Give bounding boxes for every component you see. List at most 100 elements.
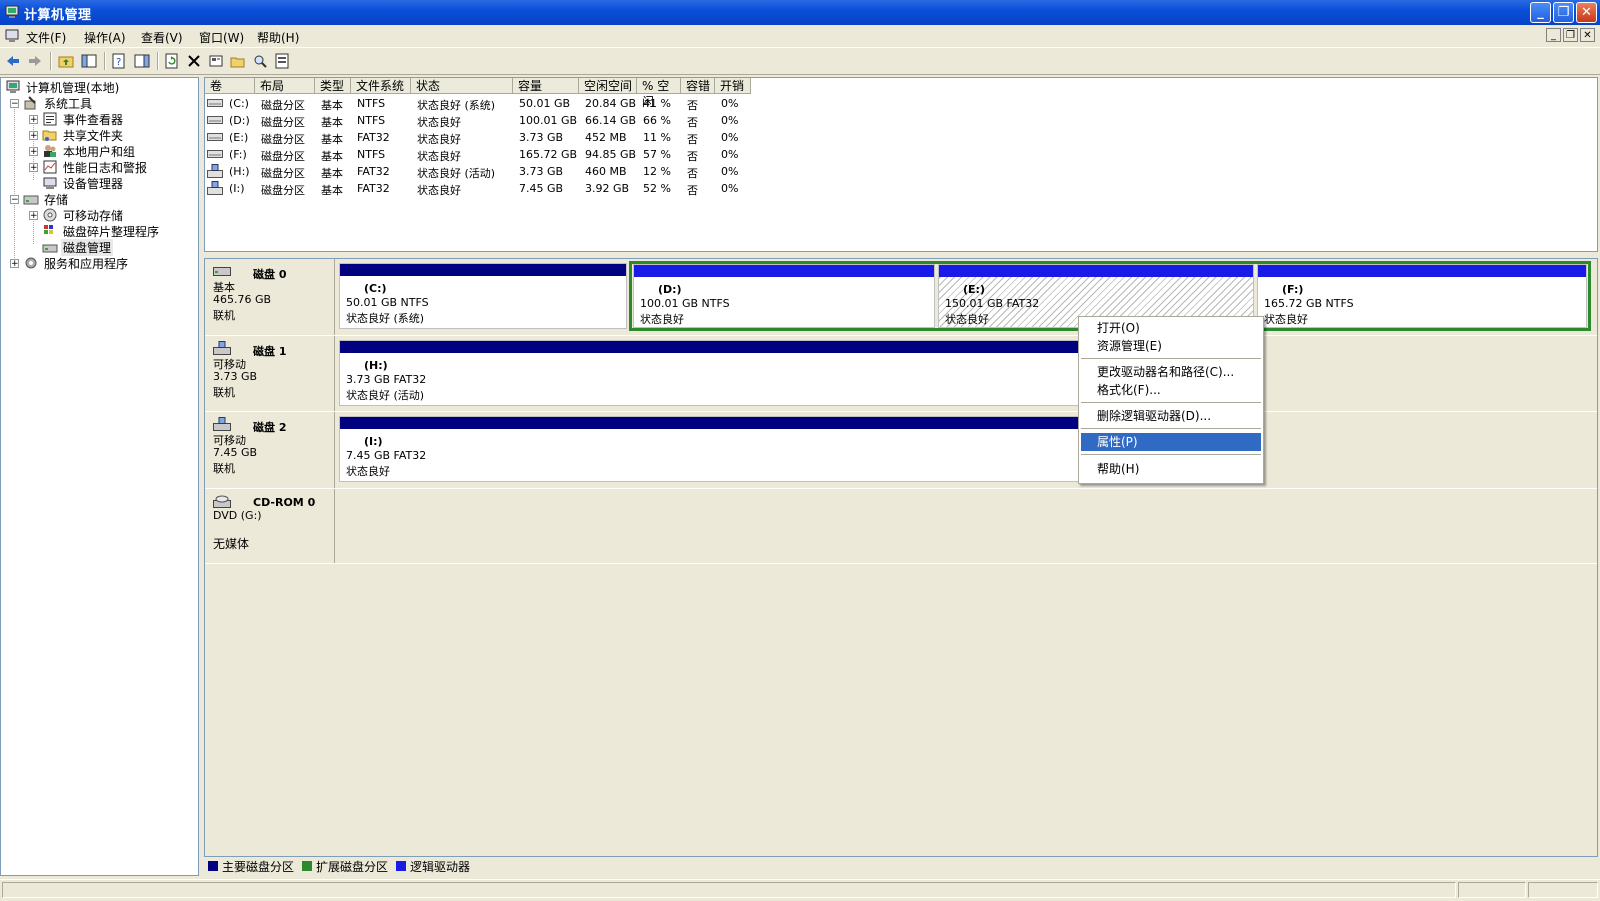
show-action-pane-button[interactable]	[132, 51, 152, 71]
col-volume[interactable]: 卷	[205, 78, 255, 94]
cdrom-label[interactable]: CD-ROM 0 DVD (G:) 无媒体	[205, 489, 335, 563]
col-percent-free[interactable]: % 空闲	[637, 78, 681, 109]
refresh-icon	[165, 53, 178, 69]
storage-icon	[23, 195, 39, 205]
tree-root[interactable]: 计算机管理(本地)	[5, 79, 121, 95]
disk-2-label[interactable]: 磁盘 2 可移动 7.45 GB 联机	[205, 412, 335, 488]
removable-storage-icon	[43, 208, 57, 222]
open-button[interactable]	[228, 51, 248, 71]
device-manager-icon	[43, 177, 57, 189]
col-overhead[interactable]: 开销	[715, 78, 751, 94]
minimize-icon: _	[1537, 5, 1544, 20]
tree-perf-logs[interactable]: 性能日志和警报	[42, 159, 149, 175]
partition-d[interactable]: (D:) 100.01 GB NTFS 状态良好	[633, 264, 935, 328]
magnifier-icon	[254, 55, 267, 68]
disk-1-label[interactable]: 磁盘 1 可移动 3.73 GB 联机	[205, 336, 335, 411]
col-fault-tolerance[interactable]: 容错	[681, 78, 715, 94]
computer-icon	[6, 80, 20, 93]
shared-folders-expand-toggle[interactable]: +	[29, 131, 38, 141]
partition-i[interactable]: (I:) 7.45 GB FAT32 状态良好	[339, 416, 1205, 482]
mdi-minimize-button[interactable]: _	[1546, 28, 1561, 42]
storage-collapse-toggle[interactable]: −	[10, 195, 19, 205]
disk-drive-icon	[207, 150, 223, 158]
tree-device-manager[interactable]: 设备管理器	[42, 175, 125, 191]
close-button[interactable]: ✕	[1576, 2, 1597, 23]
disk-properties-button[interactable]	[272, 51, 292, 71]
disk-drive-icon	[207, 116, 223, 124]
perf-logs-expand-toggle[interactable]: +	[29, 163, 38, 173]
tree-services[interactable]: 服务和应用程序	[23, 255, 130, 271]
disk-0-label[interactable]: 磁盘 0 基本 465.76 GB 联机	[205, 259, 335, 335]
event-viewer-icon	[43, 112, 57, 126]
back-arrow-icon	[7, 56, 19, 66]
tree-disk-management[interactable]: 磁盘管理	[42, 238, 114, 256]
system-tools-collapse-toggle[interactable]: −	[10, 99, 19, 109]
col-layout[interactable]: 布局	[255, 78, 315, 94]
tree-removable-storage[interactable]: 可移动存储	[42, 207, 125, 223]
menu-action[interactable]: 操作(A)	[84, 29, 126, 46]
cdrom-row: CD-ROM 0 DVD (G:) 无媒体	[205, 489, 1597, 564]
table-row[interactable]: (E:) 磁盘分区 基本 FAT32 状态良好 3.73 GB 452 MB 1…	[205, 129, 1597, 146]
disk-management-icon	[42, 244, 58, 253]
menu-item-help[interactable]: 帮助(H)	[1081, 460, 1261, 478]
menu-window[interactable]: 窗口(W)	[199, 29, 244, 46]
col-filesystem[interactable]: 文件系统	[351, 78, 411, 94]
minimize-button[interactable]: _	[1530, 2, 1551, 23]
menu-item-explore[interactable]: 资源管理(E)	[1081, 337, 1261, 355]
toolbar: ?	[0, 48, 1600, 75]
menu-item-format[interactable]: 格式化(F)...	[1081, 381, 1261, 399]
volume-list: 卷 布局 类型 文件系统 状态 容量 空闲空间 % 空闲 容错 开销 (C:) …	[204, 77, 1598, 252]
delete-button[interactable]	[184, 51, 204, 71]
tree-local-users[interactable]: 本地用户和组	[42, 143, 137, 159]
tree-storage[interactable]: 存储	[23, 191, 70, 207]
mdi-close-button[interactable]: ✕	[1580, 28, 1595, 42]
disk-graphical-view: 磁盘 0 基本 465.76 GB 联机 (C:) 50.01 GB NTFS …	[204, 258, 1598, 857]
disk-0-row: 磁盘 0 基本 465.76 GB 联机 (C:) 50.01 GB NTFS …	[205, 259, 1597, 336]
partition-c[interactable]: (C:) 50.01 GB NTFS 状态良好 (系统)	[339, 263, 627, 329]
computer-management-icon	[5, 5, 19, 18]
back-button[interactable]	[3, 51, 23, 71]
search-button[interactable]	[250, 51, 270, 71]
up-level-button[interactable]	[56, 51, 76, 71]
performance-icon	[43, 160, 57, 174]
table-row[interactable]: (F:) 磁盘分区 基本 NTFS 状态良好 165.72 GB 94.85 G…	[205, 146, 1597, 163]
col-capacity[interactable]: 容量	[513, 78, 579, 94]
table-row[interactable]: (D:) 磁盘分区 基本 NTFS 状态良好 100.01 GB 66.14 G…	[205, 112, 1597, 129]
removable-disk-icon	[213, 417, 231, 431]
tree-shared-folders[interactable]: 共享文件夹	[42, 127, 125, 143]
app-menu-icon[interactable]	[4, 28, 20, 44]
table-row[interactable]: (I:) 磁盘分区 基本 FAT32 状态良好 7.45 GB 3.92 GB …	[205, 180, 1597, 197]
local-users-expand-toggle[interactable]: +	[29, 147, 38, 157]
menu-view[interactable]: 查看(V)	[141, 29, 183, 46]
event-viewer-expand-toggle[interactable]: +	[29, 115, 38, 125]
help-topics-button[interactable]: ?	[109, 51, 129, 71]
menu-item-properties[interactable]: 属性(P)	[1081, 433, 1261, 451]
removable-expand-toggle[interactable]: +	[29, 211, 38, 221]
col-free-space[interactable]: 空闲空间	[579, 78, 637, 94]
menu-item-open[interactable]: 打开(O)	[1081, 319, 1261, 337]
disk-1-row: 磁盘 1 可移动 3.73 GB 联机 (H:) 3.73 GB FAT32 状…	[205, 336, 1597, 412]
menu-item-change-drive-letter[interactable]: 更改驱动器名和路径(C)...	[1081, 363, 1261, 381]
table-row[interactable]: (H:) 磁盘分区 基本 FAT32 状态良好 (活动) 3.73 GB 460…	[205, 163, 1597, 180]
tree-event-viewer[interactable]: 事件查看器	[42, 111, 125, 127]
col-type[interactable]: 类型	[315, 78, 351, 94]
forward-button[interactable]	[25, 51, 45, 71]
menu-file[interactable]: 文件(F)	[26, 29, 66, 46]
services-expand-toggle[interactable]: +	[10, 259, 19, 269]
help-icon: ?	[112, 53, 125, 69]
forward-arrow-icon	[29, 56, 41, 66]
col-status[interactable]: 状态	[411, 78, 513, 94]
mdi-restore-button[interactable]: ❐	[1563, 28, 1578, 42]
table-row[interactable]: (C:) 磁盘分区 基本 NTFS 状态良好 (系统) 50.01 GB 20.…	[205, 95, 1597, 112]
restore-button[interactable]: ❐	[1553, 2, 1574, 23]
refresh-button[interactable]	[162, 51, 182, 71]
tree-defrag[interactable]: 磁盘碎片整理程序	[42, 223, 161, 239]
partition-f[interactable]: (F:) 165.72 GB NTFS 状态良好	[1257, 264, 1587, 328]
tree-system-tools[interactable]: 系统工具	[23, 95, 94, 111]
status-bar	[0, 879, 1600, 901]
show-hide-tree-button[interactable]	[79, 51, 99, 71]
menu-help[interactable]: 帮助(H)	[257, 29, 299, 46]
partition-h[interactable]: (H:) 3.73 GB FAT32 状态良好 (活动)	[339, 340, 1205, 406]
properties-button[interactable]	[206, 51, 226, 71]
menu-item-delete-logical-drive[interactable]: 删除逻辑驱动器(D)...	[1081, 407, 1261, 425]
